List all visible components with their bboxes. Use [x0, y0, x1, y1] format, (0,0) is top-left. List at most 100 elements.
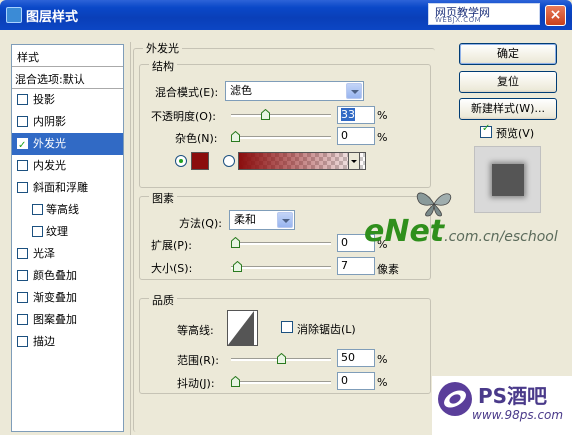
opacity-unit: %: [377, 109, 388, 122]
blend-mode-value: 滤色: [230, 84, 252, 97]
style-checkbox[interactable]: [17, 314, 28, 325]
watermark-webjx: 网页教学网 WEBJX.COM: [428, 3, 540, 25]
style-list-item[interactable]: 等高线: [12, 199, 123, 221]
new-style-button[interactable]: 新建样式(W)...: [459, 98, 557, 120]
style-list-item[interactable]: 图案叠加: [12, 309, 123, 331]
style-list-item-label: 渐变叠加: [33, 291, 77, 304]
style-list-item[interactable]: 纹理: [12, 221, 123, 243]
style-list-item-label: 描边: [33, 335, 55, 348]
contour-label: 等高线:: [177, 324, 214, 337]
ps-logo-icon: [438, 382, 472, 416]
style-list-item[interactable]: 投影: [12, 89, 123, 111]
range-input[interactable]: 50: [337, 349, 375, 367]
ps-brand: PS酒吧: [478, 384, 548, 408]
blending-options[interactable]: 混合选项:默认: [12, 67, 123, 89]
style-list-item[interactable]: 颜色叠加: [12, 265, 123, 287]
glow-gradient-swatch[interactable]: [238, 152, 366, 170]
solid-color-radio[interactable]: [175, 155, 187, 167]
style-checkbox[interactable]: [17, 336, 28, 347]
jitter-unit: %: [377, 376, 388, 389]
opacity-input[interactable]: 33: [337, 106, 375, 124]
noise-unit: %: [377, 131, 388, 144]
glow-color-swatch[interactable]: [191, 152, 209, 170]
preview-label: 预览(V): [496, 127, 535, 140]
jitter-input[interactable]: 0: [337, 372, 375, 390]
enet-watermark: eNet.com.cn/eschool: [364, 214, 558, 249]
noise-slider[interactable]: [231, 136, 331, 139]
style-list-item-label: 颜色叠加: [33, 269, 77, 282]
size-input[interactable]: 7: [337, 257, 375, 275]
elements-title: 图素: [149, 190, 177, 206]
window-title: 图层样式: [26, 10, 79, 25]
watermark-webjx-sub: WEBJX.COM: [435, 16, 482, 24]
gradient-picker-button[interactable]: [348, 152, 360, 170]
style-checkbox[interactable]: [17, 182, 28, 193]
range-label: 范围(R):: [177, 354, 219, 367]
style-checkbox[interactable]: [32, 204, 43, 215]
ps-url: www.98ps.com: [472, 408, 564, 422]
jitter-slider[interactable]: [231, 381, 331, 384]
opacity-slider-thumb[interactable]: [261, 109, 271, 120]
technique-value: 柔和: [234, 213, 256, 226]
enet-brand: eNet: [364, 214, 445, 249]
contour-picker[interactable]: [227, 310, 267, 346]
style-list-item-label: 内阴影: [33, 115, 66, 128]
size-slider-thumb[interactable]: [233, 261, 242, 272]
size-slider[interactable]: [231, 266, 331, 269]
style-list-header[interactable]: 样式: [12, 45, 123, 67]
style-checkbox[interactable]: [17, 135, 28, 156]
chevron-down-icon[interactable]: [257, 310, 267, 346]
style-list-item[interactable]: 内阴影: [12, 111, 123, 133]
noise-input[interactable]: 0: [337, 127, 375, 145]
style-list-item-label: 外发光: [33, 137, 66, 150]
gradient-radio[interactable]: [223, 155, 235, 167]
spread-slider-thumb[interactable]: [231, 237, 240, 248]
range-slider-thumb[interactable]: [277, 353, 286, 364]
blend-mode-select[interactable]: 滤色: [225, 81, 364, 101]
noise-slider-thumb[interactable]: [231, 131, 240, 142]
spread-label: 扩展(P):: [151, 239, 192, 252]
structure-title: 结构: [149, 58, 177, 74]
antialias-checkbox[interactable]: [281, 321, 293, 333]
size-unit: 像素: [377, 263, 399, 276]
style-checkbox[interactable]: [17, 116, 28, 127]
style-list-item[interactable]: 光泽: [12, 243, 123, 265]
style-preview: [474, 146, 541, 213]
style-checkbox[interactable]: [17, 160, 28, 171]
style-list-item[interactable]: 渐变叠加: [12, 287, 123, 309]
style-list-item-label: 纹理: [46, 225, 68, 238]
style-checkbox[interactable]: [32, 226, 43, 237]
title-bar: 图层样式 网页教学网 WEBJX.COM ×: [0, 0, 572, 30]
check-icon: ✓: [482, 123, 491, 134]
close-button[interactable]: ×: [545, 5, 566, 26]
style-list-item[interactable]: 内发光: [12, 155, 123, 177]
technique-select[interactable]: 柔和: [229, 210, 295, 230]
preview-checkbox[interactable]: ✓: [480, 123, 492, 138]
chevron-down-icon: [277, 212, 293, 228]
reset-button[interactable]: 复位: [459, 71, 557, 93]
range-unit: %: [377, 353, 388, 366]
ok-button[interactable]: 确定: [459, 43, 557, 65]
style-list-item[interactable]: 描边: [12, 331, 123, 353]
style-list-item-label: 投影: [33, 93, 55, 106]
style-list-item[interactable]: 斜面和浮雕: [12, 177, 123, 199]
preview-square: [492, 164, 524, 196]
style-list-item[interactable]: 外发光: [12, 133, 123, 156]
size-label: 大小(S):: [151, 262, 193, 275]
style-checkbox[interactable]: [17, 270, 28, 281]
style-list-item-label: 等高线: [46, 203, 79, 216]
style-list-item-label: 斜面和浮雕: [33, 181, 88, 194]
outer-glow-title: 外发光: [143, 40, 182, 56]
style-list-item-label: 内发光: [33, 159, 66, 172]
jitter-slider-thumb[interactable]: [231, 376, 240, 387]
opacity-label: 不透明度(O):: [151, 110, 216, 123]
style-checkbox[interactable]: [17, 292, 28, 303]
spread-slider[interactable]: [231, 242, 331, 245]
style-list-item-label: 光泽: [33, 247, 55, 260]
app-icon: [6, 7, 22, 23]
style-checkbox[interactable]: [17, 94, 28, 105]
noise-label: 杂色(N):: [175, 132, 218, 145]
opacity-slider[interactable]: [231, 114, 331, 117]
style-list: 样式 混合选项:默认 投影内阴影外发光内发光斜面和浮雕等高线纹理光泽颜色叠加渐变…: [11, 44, 124, 432]
style-checkbox[interactable]: [17, 248, 28, 259]
